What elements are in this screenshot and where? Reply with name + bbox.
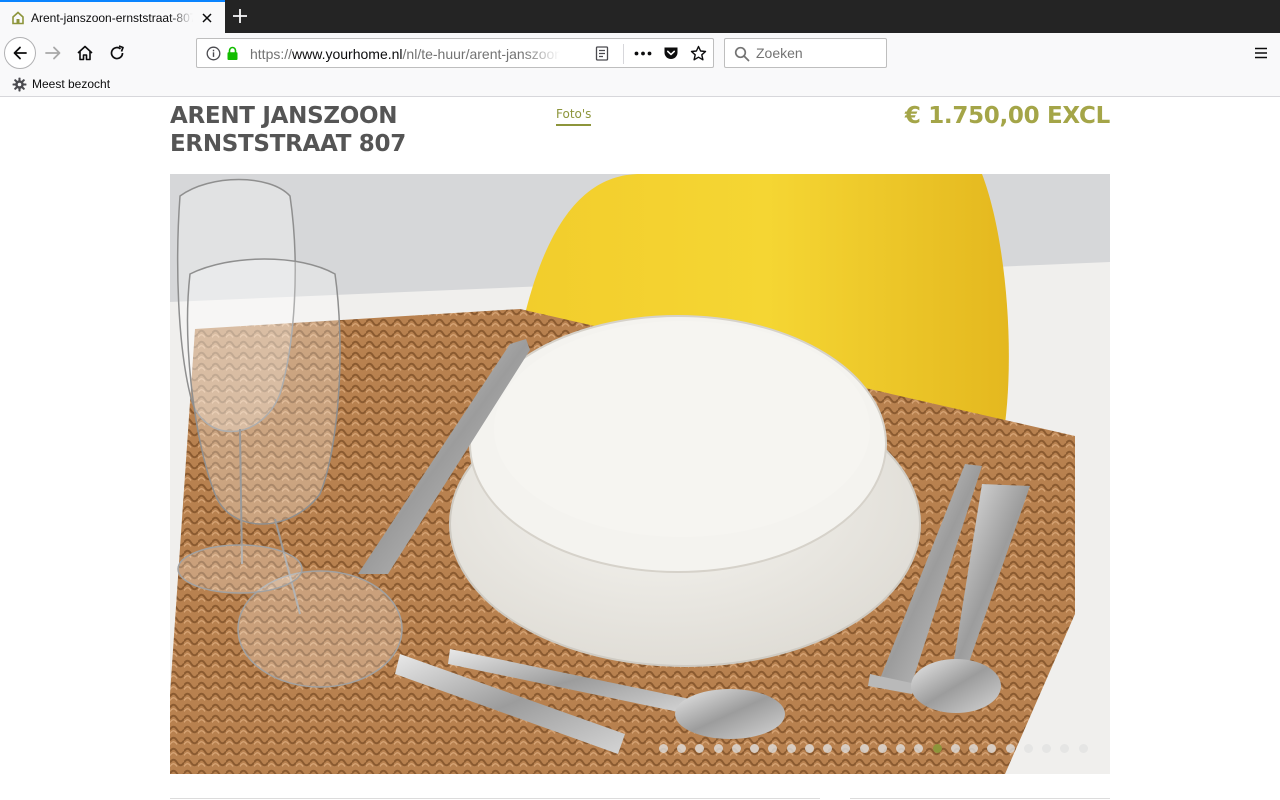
gallery-dot[interactable] bbox=[677, 744, 686, 753]
gallery-dot[interactable] bbox=[932, 744, 942, 753]
plus-icon[interactable] bbox=[231, 7, 249, 25]
url-bar-separator bbox=[623, 44, 624, 64]
property-title: ARENT JANSZOON ERNSTSTRAAT 807 bbox=[170, 102, 510, 158]
reload-icon[interactable] bbox=[108, 44, 126, 62]
pocket-icon[interactable] bbox=[663, 46, 679, 61]
info-icon[interactable] bbox=[206, 46, 221, 61]
bookmark-star-icon[interactable] bbox=[690, 45, 707, 62]
search-input[interactable] bbox=[756, 40, 881, 66]
property-title-line2: ERNSTSTRAAT 807 bbox=[170, 131, 406, 157]
property-price: € 1.750,00 EXCL bbox=[904, 103, 1110, 129]
menu-icon[interactable] bbox=[1253, 45, 1269, 61]
url-host: www.yourhome.nl bbox=[292, 46, 403, 62]
tab-title: Arent-janszoon-ernststraat-807 bbox=[31, 11, 193, 25]
sidebar-divider bbox=[850, 798, 1110, 799]
gallery-dot[interactable] bbox=[1078, 744, 1088, 753]
gallery-dot[interactable] bbox=[1023, 744, 1033, 753]
tab-strip: Arent-janszoon-ernststraat-807 bbox=[0, 0, 1280, 33]
search-bar[interactable] bbox=[724, 38, 887, 68]
gallery-dot[interactable] bbox=[786, 744, 796, 753]
bookmarks-toolbar: Meest bezocht bbox=[0, 73, 1280, 97]
gallery-dot[interactable] bbox=[877, 744, 887, 753]
gallery-dot[interactable] bbox=[896, 744, 905, 753]
photos-tab-link[interactable]: Foto's bbox=[556, 107, 592, 126]
gallery-dot[interactable] bbox=[713, 744, 723, 753]
page-actions-icon[interactable] bbox=[634, 51, 652, 56]
photo-gallery[interactable] bbox=[170, 174, 1110, 774]
gallery-dot[interactable] bbox=[750, 744, 759, 753]
gear-icon bbox=[12, 77, 27, 92]
site-favicon-icon bbox=[12, 11, 24, 25]
reader-view-icon[interactable] bbox=[595, 46, 609, 61]
bookmark-label: Meest bezocht bbox=[32, 77, 111, 91]
gallery-dot[interactable] bbox=[859, 744, 869, 753]
gallery-dot[interactable] bbox=[658, 744, 668, 753]
gallery-dot[interactable] bbox=[1042, 744, 1051, 753]
back-arrow-icon bbox=[13, 46, 27, 60]
gallery-dot[interactable] bbox=[950, 744, 960, 753]
home-icon[interactable] bbox=[76, 44, 94, 62]
lock-icon[interactable] bbox=[226, 46, 239, 61]
gallery-dot[interactable] bbox=[731, 744, 741, 753]
content-divider bbox=[170, 798, 820, 799]
nav-bar: https://www.yourhome.nl/nl/te-huur/arent… bbox=[0, 33, 1280, 73]
gallery-dot[interactable] bbox=[823, 744, 832, 753]
gallery-dot[interactable] bbox=[804, 744, 814, 753]
url-path: /nl/te-huur/arent-janszoon-ernststraat-8… bbox=[402, 46, 560, 62]
close-icon[interactable] bbox=[200, 11, 214, 25]
gallery-photo bbox=[170, 174, 1110, 774]
url-text[interactable]: https://www.yourhome.nl/nl/te-huur/arent… bbox=[250, 46, 560, 62]
property-title-line1: ARENT JANSZOON bbox=[170, 103, 398, 129]
back-button[interactable] bbox=[4, 37, 36, 69]
url-bar[interactable]: https://www.yourhome.nl/nl/te-huur/arent… bbox=[196, 38, 714, 68]
gallery-dot[interactable] bbox=[969, 744, 978, 753]
gallery-dot[interactable] bbox=[1005, 744, 1015, 753]
url-scheme: https:// bbox=[250, 46, 293, 62]
forward-arrow-icon[interactable] bbox=[44, 44, 62, 62]
search-icon bbox=[734, 46, 750, 62]
tab-active[interactable]: Arent-janszoon-ernststraat-807 bbox=[0, 0, 225, 33]
